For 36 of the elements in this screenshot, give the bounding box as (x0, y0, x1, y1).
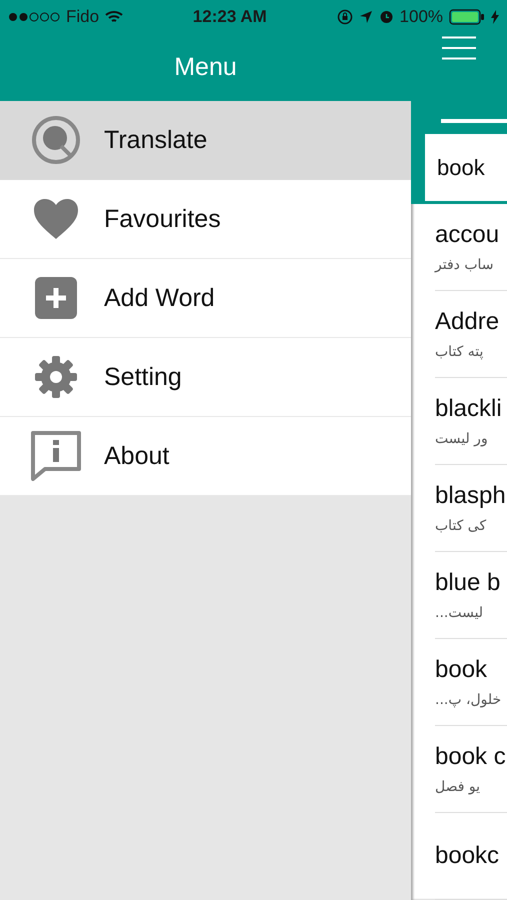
signal-icon (8, 12, 60, 22)
rotation-lock-icon (336, 8, 353, 24)
result-word: accou (435, 221, 500, 249)
result-word: blackli (435, 395, 502, 423)
result-meaning: ور لیست (435, 431, 488, 447)
result-meaning: پته کتاب (435, 344, 484, 360)
result-meaning: یو فصل (435, 779, 480, 795)
wifi-icon (105, 10, 124, 24)
search-icon (31, 115, 81, 165)
heart-icon (34, 199, 78, 239)
alarm-icon (378, 9, 394, 24)
menu-icon[interactable] (442, 36, 476, 60)
menu-title: Menu (174, 52, 237, 82)
charging-icon (491, 10, 500, 24)
battery-percent: 100% (400, 6, 444, 26)
menu-item[interactable]: Translate (0, 101, 411, 180)
battery-icon (449, 8, 486, 24)
location-icon (358, 10, 373, 24)
result-meaning: خلول، پ... (435, 692, 502, 708)
settings-icon (34, 355, 78, 399)
result-meaning: لیست... (435, 605, 484, 621)
clock-time: 12:23 AM (192, 6, 267, 26)
result-word: book c (435, 743, 506, 771)
result-word: Addre (435, 308, 500, 336)
result-word: blue b (435, 569, 500, 597)
info-icon (31, 431, 81, 481)
result-word: bookc (435, 842, 500, 870)
add-icon (35, 277, 77, 319)
result-meaning: ساب دفتر (435, 257, 494, 273)
tab-indicator (441, 119, 507, 123)
result-row[interactable]: bookc (435, 813, 507, 900)
carrier-name: Fido (66, 6, 100, 26)
result-meaning: کی کتاب (435, 518, 486, 534)
search-field[interactable]: book (425, 134, 507, 201)
result-word: book (435, 656, 488, 684)
result-word: blasph (435, 482, 506, 510)
